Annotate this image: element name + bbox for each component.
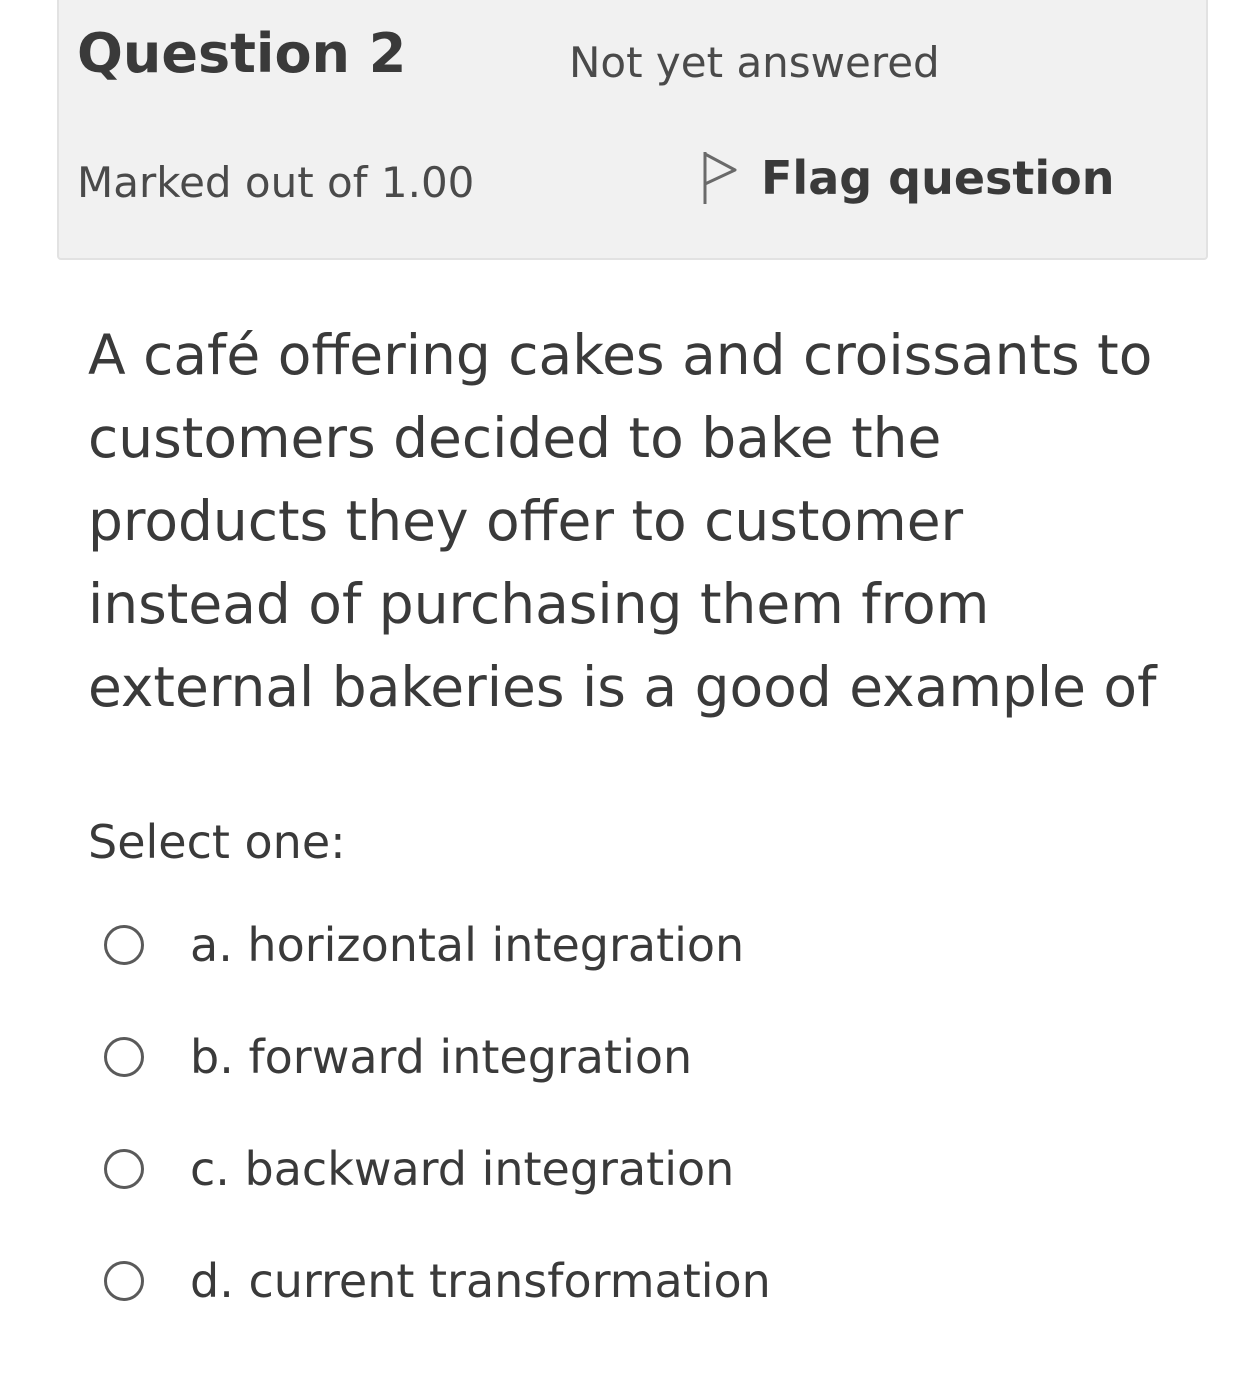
answer-option-label: a. horizontal integration: [190, 918, 745, 972]
flag-question-button[interactable]: Flag question: [699, 148, 1115, 208]
question-info-panel: Question 2 Not yet answered Marked out o…: [57, 0, 1208, 260]
radio-button[interactable]: [104, 1261, 144, 1301]
flag-icon: [699, 148, 743, 208]
answer-option-label: d. current transformation: [190, 1254, 771, 1308]
select-one-prompt: Select one:: [88, 815, 346, 869]
question-text: A café offering cakes and croissants to …: [88, 323, 1157, 719]
answer-option-d[interactable]: d. current transformation: [104, 1254, 771, 1308]
answer-option-c[interactable]: c. backward integration: [104, 1142, 734, 1196]
question-grade: Marked out of 1.00: [77, 158, 475, 207]
answer-option-label: b. forward integration: [190, 1030, 693, 1084]
answer-option-label: c. backward integration: [190, 1142, 735, 1196]
question-number: Question 2: [77, 22, 407, 85]
flag-question-label: Flag question: [761, 151, 1115, 205]
radio-button[interactable]: [104, 1149, 144, 1189]
radio-button[interactable]: [104, 925, 144, 965]
answer-option-b[interactable]: b. forward integration: [104, 1030, 692, 1084]
question-state: Not yet answered: [569, 38, 940, 87]
radio-button[interactable]: [104, 1037, 144, 1077]
answer-option-a[interactable]: a. horizontal integration: [104, 918, 744, 972]
